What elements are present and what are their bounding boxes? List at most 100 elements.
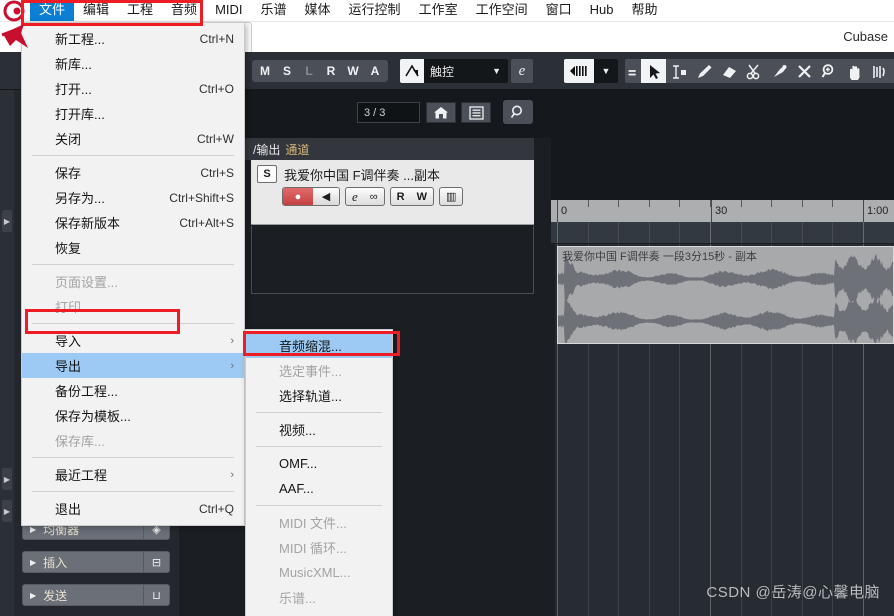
menu-project[interactable]: 工程	[118, 0, 162, 21]
inspector-section-label-wrap[interactable]: ▶ 插入	[23, 552, 143, 572]
expand-triangle-icon: ▶	[30, 558, 36, 567]
menu-file[interactable]: 文件	[30, 0, 74, 21]
file-menu-item-6[interactable]: 保存 Ctrl+S	[22, 160, 244, 185]
file-menu-item-3[interactable]: 打开库...	[22, 101, 244, 126]
automation-rw-group[interactable]: R W	[390, 187, 434, 206]
edit-channel-button[interactable]: e	[346, 188, 364, 205]
automation-letter-w[interactable]: W	[342, 64, 364, 78]
file-menu-item-7[interactable]: 另存为... Ctrl+Shift+S	[22, 185, 244, 210]
search-icon[interactable]	[503, 100, 533, 124]
track-buttons[interactable]: ● ◀ e ∞ R W ▥	[282, 187, 463, 206]
rail-collapse-arrow-1[interactable]: ▶	[2, 210, 12, 232]
file-menu-item-1[interactable]: 新库...	[22, 51, 244, 76]
read-automation-button[interactable]: R	[391, 188, 411, 205]
rail-collapse-arrow-3[interactable]: ▶	[2, 500, 12, 522]
send-icon[interactable]: ⊔	[143, 585, 169, 605]
file-menu-item-2[interactable]: 打开... Ctrl+O	[22, 76, 244, 101]
track-row-empty[interactable]	[251, 226, 534, 294]
edit-link-group[interactable]: e ∞	[345, 187, 385, 206]
hand-tool[interactable]	[841, 59, 866, 83]
file-menu-item-4[interactable]: 关闭 Ctrl+W	[22, 126, 244, 151]
file-menu-item-0[interactable]: 新工程... Ctrl+N	[22, 26, 244, 51]
select-range-tool[interactable]	[625, 59, 641, 83]
list-icon[interactable]	[461, 102, 491, 123]
file-menu-item-16[interactable]: 备份工程...	[22, 378, 244, 403]
inspector-section-send[interactable]: ▶ 发送 ⊔	[22, 584, 170, 606]
export-menu-item-13[interactable]: 速度轨...	[246, 610, 392, 616]
audio-clip[interactable]: 我爱你中国 F调伴奏 一段3分15秒 - 副本	[557, 246, 894, 344]
menu-transport[interactable]: 运行控制	[340, 0, 410, 21]
insert-icon[interactable]: ⊟	[143, 552, 169, 572]
menu-midi[interactable]: MIDI	[206, 0, 251, 21]
file-menu-item-17[interactable]: 保存为模板...	[22, 403, 244, 428]
punch-in-out-icon	[564, 59, 594, 83]
export-menu-item-11: MusicXML...	[246, 560, 392, 585]
automation-mode-letters[interactable]: MSLRWA	[252, 60, 388, 82]
timeline-ruler[interactable]: 0 30 1:00	[551, 200, 894, 222]
file-menu-item-label: 打开库...	[55, 104, 105, 123]
mute-tool[interactable]	[791, 59, 816, 83]
erase-tool[interactable]	[716, 59, 741, 83]
menu-audio[interactable]: 音频	[162, 0, 206, 21]
automation-letter-a[interactable]: A	[364, 64, 386, 78]
menu-media[interactable]: 媒体	[296, 0, 340, 21]
rail-collapse-arrow-2[interactable]: ▶	[2, 468, 12, 490]
arrange-left-edge	[551, 244, 555, 616]
export-menu-item-7[interactable]: AAF...	[246, 476, 392, 501]
write-automation-button[interactable]: W	[411, 188, 433, 205]
tool-buttons[interactable]	[625, 59, 894, 83]
export-menu-item-10: MIDI 循环...	[246, 535, 392, 560]
export-menu-item-0[interactable]: 音频缩混...	[246, 333, 392, 358]
automation-letter-l[interactable]: L	[298, 64, 320, 78]
arrange-top-dark	[551, 90, 894, 200]
menu-workspaces[interactable]: 工作空间	[467, 0, 537, 21]
punch-points-group[interactable]: ▼	[564, 59, 618, 83]
file-menu-item-15[interactable]: 导出 ›	[22, 353, 244, 378]
automation-mode-selector[interactable]: 触控 ▼	[400, 59, 508, 83]
zoom-tool[interactable]	[816, 59, 841, 83]
menu-help[interactable]: 帮助	[622, 0, 666, 21]
file-menu-item-9[interactable]: 恢复	[22, 235, 244, 260]
home-icon[interactable]	[426, 102, 456, 123]
record-enable-button[interactable]: ●	[283, 188, 313, 205]
export-menu-item-2[interactable]: 选择轨道...	[246, 383, 392, 408]
menu-scores[interactable]: 乐谱	[252, 0, 296, 21]
menu-window[interactable]: 窗口	[537, 0, 581, 21]
expand-triangle-icon: ▶	[30, 591, 36, 600]
draw-tool[interactable]	[691, 59, 716, 83]
file-menu-item-20[interactable]: 最近工程 ›	[22, 462, 244, 487]
ruler-major-tick	[863, 200, 864, 222]
file-menu-item-8[interactable]: 保存新版本 Ctrl+Alt+S	[22, 210, 244, 235]
solo-badge[interactable]: S	[257, 165, 277, 183]
menu-hub[interactable]: Hub	[581, 0, 623, 21]
lanes-button[interactable]: ▥	[439, 187, 463, 206]
time-warp-tool[interactable]	[866, 59, 891, 83]
range-select-tool[interactable]	[666, 59, 691, 83]
arrange-canvas[interactable]: 我爱你中国 F调伴奏 一段3分15秒 - 副本	[551, 244, 894, 616]
link-button[interactable]: ∞	[364, 188, 384, 205]
automation-letter-s[interactable]: S	[276, 64, 298, 78]
export-menu-item-4[interactable]: 视频...	[246, 417, 392, 442]
file-menu-item-14[interactable]: 导入 ›	[22, 328, 244, 353]
menu-edit[interactable]: 编辑	[74, 0, 118, 21]
inspector-section-insert[interactable]: ▶ 插入 ⊟	[22, 551, 170, 573]
record-monitor-group[interactable]: ● ◀	[282, 187, 340, 206]
menu-studio[interactable]: 工作室	[410, 0, 467, 21]
export-menu-item-6[interactable]: OMF...	[246, 451, 392, 476]
split-tool[interactable]	[741, 59, 766, 83]
monitor-button[interactable]: ◀	[313, 188, 339, 205]
object-select-tool[interactable]	[641, 59, 666, 83]
file-menu-dropdown[interactable]: 新工程... Ctrl+N 新库... 打开... Ctrl+O 打开库... 关闭 Ctrl…	[21, 22, 245, 526]
file-menu-item-22[interactable]: 退出 Ctrl+Q	[22, 496, 244, 521]
track-row[interactable]: S 我爱你中国 F调伴奏 ...副本 ● ◀ e ∞ R W ▥	[251, 160, 534, 225]
glue-tool[interactable]	[766, 59, 791, 83]
inspector-section-label: 插入	[43, 554, 67, 571]
automation-letter-m[interactable]: M	[254, 64, 276, 78]
automation-letter-r[interactable]: R	[320, 64, 342, 78]
edit-button[interactable]: e	[511, 59, 533, 83]
export-submenu[interactable]: 音频缩混... 选定事件... 选择轨道... 视频... OMF... AAF... MI…	[245, 329, 393, 616]
timeline-subruler[interactable]	[551, 222, 894, 244]
grid-line	[588, 222, 589, 243]
inspector-section-label-wrap[interactable]: ▶ 发送	[23, 585, 143, 605]
punch-dropdown-caret-icon[interactable]: ▼	[594, 59, 618, 83]
